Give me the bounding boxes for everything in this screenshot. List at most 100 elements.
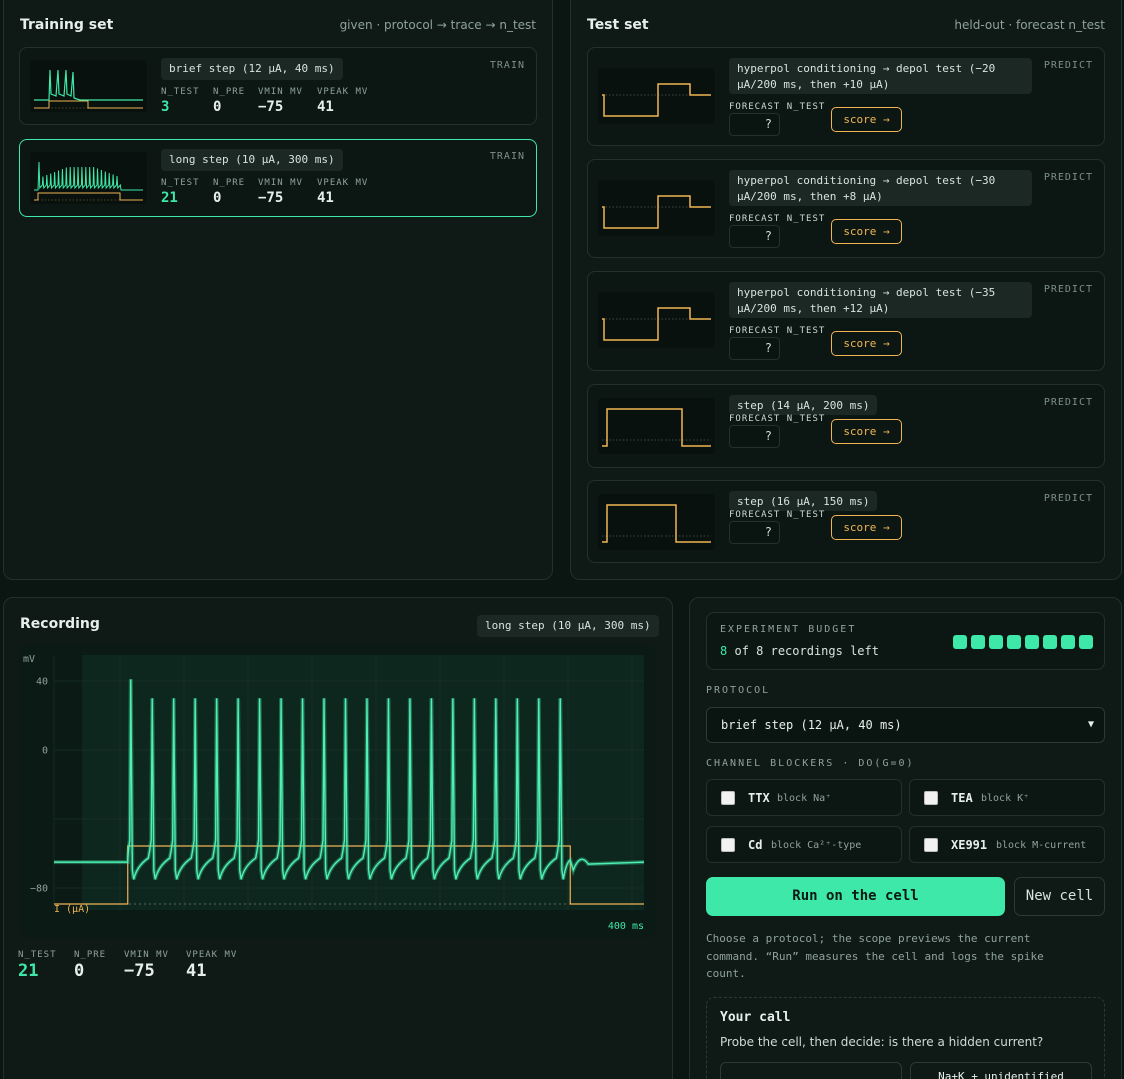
score-button[interactable]: score → xyxy=(831,419,902,444)
test-card[interactable]: hyperpol conditioning → depol test (−20 … xyxy=(587,47,1105,146)
protocol-pill: step (16 µA, 150 ms) xyxy=(729,491,878,511)
protocol-pill: long step (10 µA, 300 ms) xyxy=(161,149,343,171)
protocol-select[interactable]: brief step (12 µA, 40 ms) ▼ xyxy=(706,707,1105,743)
protocol-pill: hyperpol conditioning → depol test (−30 … xyxy=(729,170,1032,206)
y-tick-label: 0 xyxy=(42,746,48,757)
protocol-line-1: hyperpol conditioning → depol test (−20 xyxy=(737,62,996,75)
blocker-name: Cd xyxy=(748,838,763,852)
forecast-label: FORECAST N_TEST xyxy=(729,414,826,424)
blocker-name: XE991 xyxy=(951,838,988,852)
vpeak-value: 41 xyxy=(317,190,334,206)
protocol-pill: brief step (12 µA, 40 ms) xyxy=(161,58,343,80)
rec-vpeak-value: 41 xyxy=(186,961,207,981)
protocol-pill: hyperpol conditioning → depol test (−20 … xyxy=(729,58,1032,94)
recording-title: Recording xyxy=(20,616,100,632)
predict-tag: PREDICT xyxy=(1043,60,1093,71)
call-option-label: Na+K + unidentified xyxy=(938,1070,1064,1079)
thumb-current-trace xyxy=(34,192,143,201)
vpeak-label: VPEAK MV xyxy=(317,87,369,97)
forecast-label: FORECAST N_TEST xyxy=(729,214,826,224)
test-card[interactable]: hyperpol conditioning → depol test (−30 … xyxy=(587,159,1105,258)
n-pre-label: N_PRE xyxy=(213,87,246,97)
your-call-title: Your call xyxy=(720,1010,791,1025)
training-set-hint: given · protocol → trace → n_test xyxy=(339,18,536,32)
blocker-xe991[interactable]: XE991 block M-current xyxy=(909,826,1105,863)
trace-thumbnail xyxy=(30,60,147,112)
y-tick-label: −80 xyxy=(30,884,48,895)
vmin-value: −75 xyxy=(258,190,284,206)
budget-dot xyxy=(989,635,1003,649)
y-tick-label: 40 xyxy=(36,677,48,688)
budget-text: of 8 recordings left xyxy=(734,644,879,658)
forecast-input[interactable]: ? xyxy=(729,337,780,360)
your-call-box: Your call Probe the cell, then decide: i… xyxy=(706,997,1105,1079)
train-tag: TRAIN xyxy=(489,60,525,71)
forecast-input[interactable]: ? xyxy=(729,225,780,248)
experiment-budget: EXPERIMENT BUDGET 8 of 8 recordings left xyxy=(706,612,1105,670)
predict-tag: PREDICT xyxy=(1043,172,1093,183)
train-tag: TRAIN xyxy=(489,151,525,162)
test-card[interactable]: step (14 µA, 200 ms) PREDICT FORECAST N_… xyxy=(587,384,1105,468)
test-card[interactable]: step (16 µA, 150 ms) PREDICT FORECAST N_… xyxy=(587,480,1105,563)
predict-tag: PREDICT xyxy=(1043,397,1093,408)
blocker-desc: block K⁺ xyxy=(981,793,1030,804)
blocker-desc: block Ca²⁺-type xyxy=(771,840,862,851)
run-on-cell-button[interactable]: Run on the cell xyxy=(706,877,1005,916)
budget-dot xyxy=(1079,635,1093,649)
command-thumbnail xyxy=(598,180,715,236)
test-set-hint: held-out · forecast n_test xyxy=(954,18,1105,32)
vmin-value: −75 xyxy=(258,99,284,115)
blocker-ttx[interactable]: TTX block Na⁺ xyxy=(706,779,902,816)
budget-dot xyxy=(1025,635,1039,649)
blocker-cd[interactable]: Cd block Ca²⁺-type xyxy=(706,826,902,863)
forecast-input[interactable]: ? xyxy=(729,113,780,136)
command-thumbnail xyxy=(598,494,715,550)
cd-checkbox[interactable] xyxy=(721,838,735,852)
forecast-label: FORECAST N_TEST xyxy=(729,510,826,520)
protocol-label: PROTOCOL xyxy=(706,685,771,696)
rec-n-pre-value: 0 xyxy=(74,961,85,981)
rec-vmin-value: −75 xyxy=(124,961,155,981)
command-thumbnail xyxy=(598,292,715,348)
tea-checkbox[interactable] xyxy=(924,791,938,805)
n-test-value: 3 xyxy=(161,99,170,115)
budget-dots xyxy=(953,635,1093,649)
current-label: I (µA) xyxy=(54,904,90,915)
score-button[interactable]: score → xyxy=(831,515,902,540)
protocol-line-1: hyperpol conditioning → depol test (−35 xyxy=(737,286,996,299)
call-option-hidden-current[interactable]: Na+K + unidentified xyxy=(910,1062,1092,1079)
n-test-label: N_TEST xyxy=(161,178,200,188)
forecast-input[interactable]: ? xyxy=(729,425,780,448)
blocker-tea[interactable]: TEA block K⁺ xyxy=(909,779,1105,816)
budget-dot xyxy=(1043,635,1057,649)
forecast-input[interactable]: ? xyxy=(729,521,780,544)
vpeak-value: 41 xyxy=(317,99,334,115)
your-call-text: Probe the cell, then decide: is there a … xyxy=(720,1035,1044,1049)
budget-count: 8 xyxy=(720,644,728,658)
n-pre-label: N_PRE xyxy=(213,178,246,188)
rec-n-pre-label: N_PRE xyxy=(74,950,107,960)
ttx-checkbox[interactable] xyxy=(721,791,735,805)
training-card-long-step[interactable]: long step (10 µA, 300 ms) TRAIN N_TEST N… xyxy=(19,139,537,217)
rec-n-test-label: N_TEST xyxy=(18,950,57,960)
rec-vmin-label: VMIN MV xyxy=(124,950,169,960)
score-button[interactable]: score → xyxy=(831,107,902,132)
training-card-brief-step[interactable]: brief step (12 µA, 40 ms) TRAIN N_TEST N… xyxy=(19,47,537,125)
budget-label: EXPERIMENT BUDGET xyxy=(720,624,857,635)
y-unit-label: mV xyxy=(23,654,35,665)
call-option-left[interactable] xyxy=(720,1062,902,1079)
vmin-label: VMIN MV xyxy=(258,87,303,97)
new-cell-button[interactable]: New cell xyxy=(1014,877,1105,916)
xe991-checkbox[interactable] xyxy=(924,838,938,852)
thumb-voltage-trace xyxy=(34,161,143,191)
trace-thumbnail xyxy=(30,152,147,204)
recording-protocol-pill: long step (10 µA, 300 ms) xyxy=(477,615,659,637)
command-trace xyxy=(602,307,711,341)
n-pre-value: 0 xyxy=(213,99,222,115)
test-card[interactable]: hyperpol conditioning → depol test (−35 … xyxy=(587,271,1105,371)
budget-status: 8 of 8 recordings left xyxy=(720,644,879,658)
protocol-line-2: µA/200 ms, then +10 µA) xyxy=(737,78,890,91)
score-button[interactable]: score → xyxy=(831,331,902,356)
training-set-title: Training set xyxy=(20,17,114,33)
score-button[interactable]: score → xyxy=(831,219,902,244)
